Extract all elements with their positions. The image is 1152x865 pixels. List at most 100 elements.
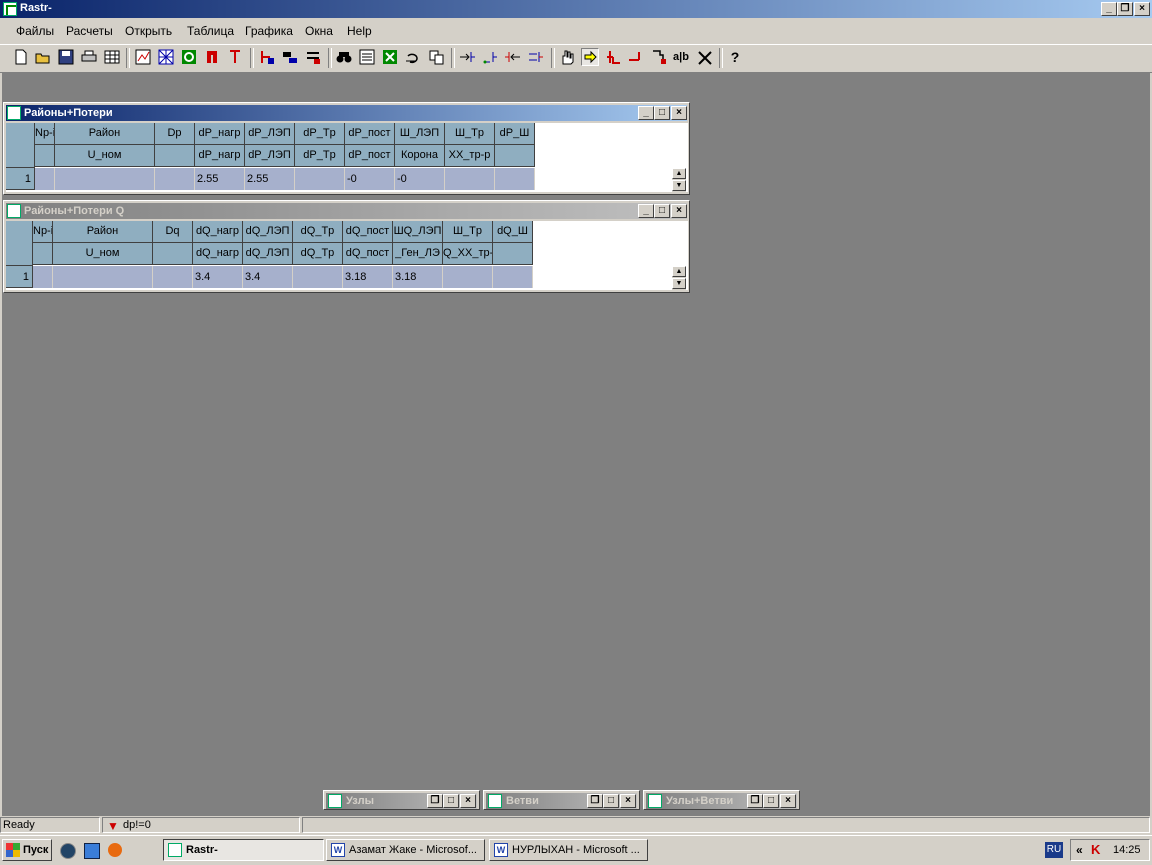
tool-2-icon[interactable] [281, 48, 299, 66]
column-subheader[interactable]: Q_XX_тр-р [443, 243, 493, 265]
kaspersky-icon[interactable]: K [1091, 842, 1100, 857]
minimize-icon[interactable]: _ [638, 204, 654, 218]
maximize-icon[interactable]: □ [654, 204, 670, 218]
vertical-scrollbar[interactable]: ▲ ▼ [672, 266, 686, 290]
menu-help[interactable]: Help [347, 24, 372, 38]
column-header[interactable]: Ш_Tp [443, 221, 493, 243]
column-header[interactable]: dQ_пост [343, 221, 393, 243]
table-cell[interactable]: 2.55 [195, 168, 245, 190]
minimize-icon[interactable]: _ [1101, 2, 1117, 16]
column-header[interactable]: Dp [155, 123, 195, 145]
taskbar-item-rastr[interactable]: Rastr- [163, 839, 324, 861]
tool-3-icon[interactable] [304, 48, 322, 66]
firefox-icon[interactable] [108, 843, 122, 857]
link-3-icon[interactable] [504, 48, 522, 66]
restore-icon[interactable]: ❐ [587, 794, 603, 808]
restore-icon[interactable]: ❐ [1117, 2, 1133, 16]
refresh-icon[interactable] [180, 48, 198, 66]
table-cell[interactable] [295, 168, 345, 190]
arrow-down-icon[interactable] [226, 48, 244, 66]
close-icon[interactable]: × [780, 794, 796, 808]
minimized-window-branches[interactable]: Ветви ❐ □ × [483, 790, 640, 810]
row-number[interactable]: 1 [6, 168, 35, 190]
ie-icon[interactable] [84, 843, 100, 859]
menu-files[interactable]: Файлы [16, 24, 54, 38]
table-cell[interactable] [153, 266, 193, 288]
column-subheader[interactable]: dP_пост [345, 145, 395, 167]
column-header[interactable]: ШQ_ЛЭП [393, 221, 443, 243]
grid-icon[interactable] [157, 48, 175, 66]
copy-icon[interactable] [427, 48, 445, 66]
grid-corner[interactable] [6, 221, 33, 266]
media-player-icon[interactable] [60, 843, 76, 859]
close-icon[interactable]: × [671, 106, 687, 120]
table-icon[interactable] [103, 48, 121, 66]
close-icon[interactable]: × [620, 794, 636, 808]
grid-corner[interactable] [6, 123, 35, 168]
cursor-icon[interactable] [650, 48, 668, 66]
column-header[interactable]: dP_ЛЭП [245, 123, 295, 145]
link-4-icon[interactable] [527, 48, 545, 66]
language-indicator[interactable]: RU [1045, 842, 1063, 858]
table-cell[interactable] [293, 266, 343, 288]
tray-expand-icon[interactable]: « [1076, 843, 1083, 857]
column-subheader[interactable]: dP_нагр [195, 145, 245, 167]
save-icon[interactable] [57, 48, 75, 66]
close-icon[interactable]: × [1134, 2, 1150, 16]
table-cell[interactable]: 3.4 [193, 266, 243, 288]
scroll-up-icon[interactable]: ▲ [672, 168, 686, 179]
column-subheader[interactable] [155, 145, 195, 167]
column-subheader[interactable]: dQ_нагр [193, 243, 243, 265]
column-subheader[interactable]: _Ген_ЛЭ [393, 243, 443, 265]
column-header[interactable]: dP_Ш [495, 123, 535, 145]
maximize-icon[interactable]: □ [603, 794, 619, 808]
table-cell[interactable]: 3.4 [243, 266, 293, 288]
menu-table[interactable]: Таблица [187, 24, 234, 38]
list-icon[interactable] [358, 48, 376, 66]
scroll-up-icon[interactable]: ▲ [672, 266, 686, 277]
maximize-icon[interactable]: □ [654, 106, 670, 120]
restore-icon[interactable]: ❐ [747, 794, 763, 808]
branch-icon[interactable] [627, 48, 645, 66]
graph-icon[interactable] [134, 48, 152, 66]
column-header[interactable]: dP_Tp [295, 123, 345, 145]
window-districts-losses-q[interactable]: Районы+Потери Q _ □ × Np-i Район Dq dQ_н… [3, 200, 690, 293]
column-header[interactable]: Ш_Tp [445, 123, 495, 145]
taskbar-item-word-1[interactable]: W Азамат Жаке - Microsof... [326, 839, 485, 861]
table-cell[interactable] [495, 168, 535, 190]
column-subheader[interactable] [493, 243, 533, 265]
ab-label-icon[interactable]: a|b [673, 48, 691, 66]
column-header[interactable]: Район [55, 123, 155, 145]
vertical-scrollbar[interactable]: ▲ ▼ [672, 168, 686, 192]
row-number[interactable]: 1 [6, 266, 33, 288]
column-header[interactable]: Район [53, 221, 153, 243]
restore-icon[interactable]: ❐ [427, 794, 443, 808]
scroll-down-icon[interactable]: ▼ [672, 180, 686, 191]
table-cell[interactable] [53, 266, 153, 288]
column-header[interactable]: dQ_Tp [293, 221, 343, 243]
column-subheader[interactable]: dQ_пост [343, 243, 393, 265]
table-cell[interactable] [35, 168, 55, 190]
table-cell[interactable]: 3.18 [343, 266, 393, 288]
help-icon[interactable]: ? [726, 48, 744, 66]
excel-icon[interactable] [381, 48, 399, 66]
table-cell[interactable] [443, 266, 493, 288]
link-2-icon[interactable] [481, 48, 499, 66]
column-subheader[interactable] [153, 243, 193, 265]
column-subheader[interactable]: dP_ЛЭП [245, 145, 295, 167]
node-icon[interactable] [604, 48, 622, 66]
column-subheader[interactable]: dQ_Tp [293, 243, 343, 265]
menu-windows[interactable]: Окна [305, 24, 333, 38]
column-subheader[interactable]: dQ_ЛЭП [243, 243, 293, 265]
window-title-bar[interactable]: Районы+Потери Q _ □ × [6, 203, 687, 219]
link-1-icon[interactable] [458, 48, 476, 66]
table-cell[interactable]: 2.55 [245, 168, 295, 190]
scissors-icon[interactable] [696, 48, 714, 66]
column-header[interactable]: dQ_нагр [193, 221, 243, 243]
print-icon[interactable] [80, 48, 98, 66]
column-subheader[interactable]: dP_Tp [295, 145, 345, 167]
column-header[interactable]: dP_пост [345, 123, 395, 145]
column-header[interactable]: Dq [153, 221, 193, 243]
window-title-bar[interactable]: Районы+Потери _ □ × [6, 105, 687, 121]
table-cell[interactable] [445, 168, 495, 190]
